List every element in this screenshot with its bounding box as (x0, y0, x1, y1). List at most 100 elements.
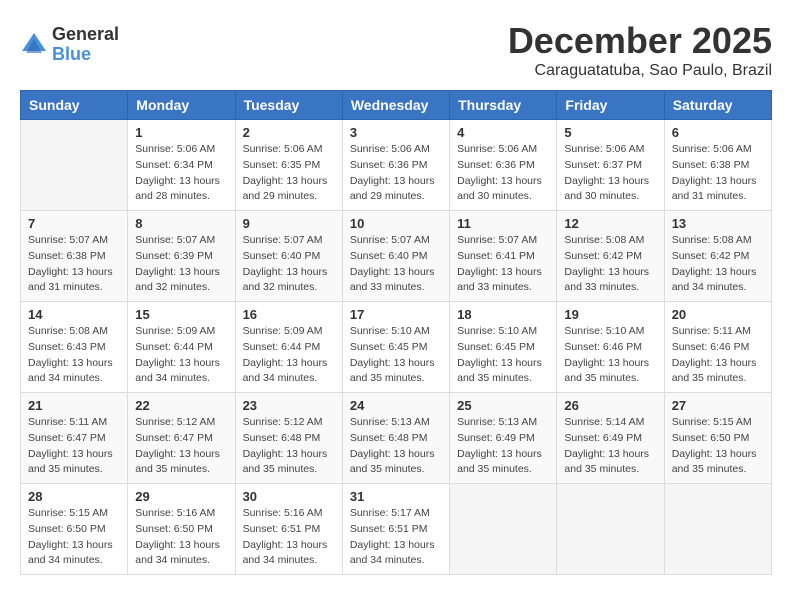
calendar-week-row: 7Sunrise: 5:07 AM Sunset: 6:38 PM Daylig… (21, 211, 772, 302)
calendar-header-cell: Wednesday (342, 91, 449, 120)
day-info: Sunrise: 5:08 AM Sunset: 6:42 PM Dayligh… (564, 233, 656, 296)
day-info: Sunrise: 5:07 AM Sunset: 6:41 PM Dayligh… (457, 233, 549, 296)
calendar-header-cell: Friday (557, 91, 664, 120)
day-info: Sunrise: 5:13 AM Sunset: 6:48 PM Dayligh… (350, 415, 442, 478)
calendar-cell: 29 Sunrise: 5:16 AM Sunset: 6:50 PM Dayli… (128, 484, 235, 575)
day-number: 14 (28, 307, 120, 322)
calendar-cell: 27 Sunrise: 5:15 AM Sunset: 6:50 PM Dayli… (664, 393, 771, 484)
calendar-cell: 30Sunrise: 5:16 AM Sunset: 6:51 PM Dayli… (235, 484, 342, 575)
calendar-cell: 12 Sunrise: 5:08 AM Sunset: 6:42 PM Dayli… (557, 211, 664, 302)
day-number: 1 (135, 125, 227, 140)
day-info: Sunrise: 5:06 AM Sunset: 6:36 PM Dayligh… (457, 142, 549, 205)
logo: General Blue (20, 25, 119, 65)
day-info: Sunrise: 5:17 AM Sunset: 6:51 PM Dayligh… (350, 506, 442, 569)
day-info: Sunrise: 5:15 AM Sunset: 6:50 PM Dayligh… (28, 506, 120, 569)
title-area: December 2025 Caraguatatuba, Sao Paulo, … (508, 20, 772, 80)
day-info: Sunrise: 5:07 AM Sunset: 6:39 PM Dayligh… (135, 233, 227, 296)
logo-icon (20, 31, 48, 59)
calendar-header-cell: Sunday (21, 91, 128, 120)
calendar-week-row: 14 Sunrise: 5:08 AM Sunset: 6:43 PM Dayli… (21, 302, 772, 393)
calendar-cell: 31Sunrise: 5:17 AM Sunset: 6:51 PM Dayli… (342, 484, 449, 575)
day-info: Sunrise: 5:12 AM Sunset: 6:47 PM Dayligh… (135, 415, 227, 478)
day-info: Sunrise: 5:09 AM Sunset: 6:44 PM Dayligh… (135, 324, 227, 387)
calendar-cell (21, 120, 128, 211)
day-info: Sunrise: 5:10 AM Sunset: 6:45 PM Dayligh… (350, 324, 442, 387)
calendar-cell: 7Sunrise: 5:07 AM Sunset: 6:38 PM Daylig… (21, 211, 128, 302)
day-info: Sunrise: 5:06 AM Sunset: 6:35 PM Dayligh… (243, 142, 335, 205)
day-info: Sunrise: 5:08 AM Sunset: 6:42 PM Dayligh… (672, 233, 764, 296)
logo-blue-text: Blue (52, 45, 119, 65)
calendar-cell: 28Sunrise: 5:15 AM Sunset: 6:50 PM Dayli… (21, 484, 128, 575)
day-info: Sunrise: 5:06 AM Sunset: 6:36 PM Dayligh… (350, 142, 442, 205)
day-number: 7 (28, 216, 120, 231)
day-number: 19 (564, 307, 656, 322)
day-info: Sunrise: 5:11 AM Sunset: 6:46 PM Dayligh… (672, 324, 764, 387)
calendar-cell: 3 Sunrise: 5:06 AM Sunset: 6:36 PM Daylig… (342, 120, 449, 211)
calendar-cell: 17 Sunrise: 5:10 AM Sunset: 6:45 PM Dayli… (342, 302, 449, 393)
calendar-cell: 1 Sunrise: 5:06 AM Sunset: 6:34 PM Daylig… (128, 120, 235, 211)
day-info: Sunrise: 5:11 AM Sunset: 6:47 PM Dayligh… (28, 415, 120, 478)
day-number: 17 (350, 307, 442, 322)
day-number: 3 (350, 125, 442, 140)
day-info: Sunrise: 5:16 AM Sunset: 6:50 PM Dayligh… (135, 506, 227, 569)
calendar-cell: 23Sunrise: 5:12 AM Sunset: 6:48 PM Dayli… (235, 393, 342, 484)
calendar-cell: 21 Sunrise: 5:11 AM Sunset: 6:47 PM Dayli… (21, 393, 128, 484)
calendar-cell: 24Sunrise: 5:13 AM Sunset: 6:48 PM Dayli… (342, 393, 449, 484)
calendar-cell: 9 Sunrise: 5:07 AM Sunset: 6:40 PM Daylig… (235, 211, 342, 302)
calendar-cell: 15 Sunrise: 5:09 AM Sunset: 6:44 PM Dayli… (128, 302, 235, 393)
calendar-header: SundayMondayTuesdayWednesdayThursdayFrid… (21, 91, 772, 120)
day-number: 15 (135, 307, 227, 322)
day-number: 6 (672, 125, 764, 140)
calendar-cell: 10 Sunrise: 5:07 AM Sunset: 6:40 PM Dayli… (342, 211, 449, 302)
day-number: 22 (135, 398, 227, 413)
day-info: Sunrise: 5:16 AM Sunset: 6:51 PM Dayligh… (243, 506, 335, 569)
calendar-table: SundayMondayTuesdayWednesdayThursdayFrid… (20, 90, 772, 575)
day-number: 26 (564, 398, 656, 413)
day-number: 21 (28, 398, 120, 413)
logo-general-text: General (52, 25, 119, 45)
day-number: 25 (457, 398, 549, 413)
calendar-cell: 4 Sunrise: 5:06 AM Sunset: 6:36 PM Daylig… (450, 120, 557, 211)
day-number: 12 (564, 216, 656, 231)
day-info: Sunrise: 5:06 AM Sunset: 6:34 PM Dayligh… (135, 142, 227, 205)
day-info: Sunrise: 5:08 AM Sunset: 6:43 PM Dayligh… (28, 324, 120, 387)
location-title: Caraguatatuba, Sao Paulo, Brazil (508, 62, 772, 80)
calendar-cell (450, 484, 557, 575)
day-number: 10 (350, 216, 442, 231)
month-title: December 2025 (508, 20, 772, 62)
day-info: Sunrise: 5:06 AM Sunset: 6:37 PM Dayligh… (564, 142, 656, 205)
calendar-cell (664, 484, 771, 575)
day-info: Sunrise: 5:06 AM Sunset: 6:38 PM Dayligh… (672, 142, 764, 205)
day-info: Sunrise: 5:09 AM Sunset: 6:44 PM Dayligh… (243, 324, 335, 387)
day-number: 16 (243, 307, 335, 322)
calendar-cell: 6 Sunrise: 5:06 AM Sunset: 6:38 PM Daylig… (664, 120, 771, 211)
day-number: 2 (243, 125, 335, 140)
calendar-week-row: 28Sunrise: 5:15 AM Sunset: 6:50 PM Dayli… (21, 484, 772, 575)
day-number: 20 (672, 307, 764, 322)
calendar-cell: 19 Sunrise: 5:10 AM Sunset: 6:46 PM Dayli… (557, 302, 664, 393)
day-number: 29 (135, 489, 227, 504)
calendar-cell: 16 Sunrise: 5:09 AM Sunset: 6:44 PM Dayli… (235, 302, 342, 393)
day-number: 4 (457, 125, 549, 140)
calendar-cell: 20 Sunrise: 5:11 AM Sunset: 6:46 PM Dayli… (664, 302, 771, 393)
day-info: Sunrise: 5:15 AM Sunset: 6:50 PM Dayligh… (672, 415, 764, 478)
calendar-cell: 11Sunrise: 5:07 AM Sunset: 6:41 PM Dayli… (450, 211, 557, 302)
calendar-header-cell: Monday (128, 91, 235, 120)
day-number: 27 (672, 398, 764, 413)
calendar-cell: 14 Sunrise: 5:08 AM Sunset: 6:43 PM Dayli… (21, 302, 128, 393)
day-info: Sunrise: 5:07 AM Sunset: 6:40 PM Dayligh… (350, 233, 442, 296)
day-info: Sunrise: 5:13 AM Sunset: 6:49 PM Dayligh… (457, 415, 549, 478)
day-info: Sunrise: 5:12 AM Sunset: 6:48 PM Dayligh… (243, 415, 335, 478)
day-info: Sunrise: 5:10 AM Sunset: 6:46 PM Dayligh… (564, 324, 656, 387)
day-number: 8 (135, 216, 227, 231)
day-info: Sunrise: 5:10 AM Sunset: 6:45 PM Dayligh… (457, 324, 549, 387)
calendar-header-cell: Tuesday (235, 91, 342, 120)
calendar-cell (557, 484, 664, 575)
day-info: Sunrise: 5:07 AM Sunset: 6:40 PM Dayligh… (243, 233, 335, 296)
calendar-week-row: 21 Sunrise: 5:11 AM Sunset: 6:47 PM Dayli… (21, 393, 772, 484)
calendar-cell: 5Sunrise: 5:06 AM Sunset: 6:37 PM Daylig… (557, 120, 664, 211)
calendar-cell: 2 Sunrise: 5:06 AM Sunset: 6:35 PM Daylig… (235, 120, 342, 211)
day-number: 9 (243, 216, 335, 231)
calendar-cell: 18Sunrise: 5:10 AM Sunset: 6:45 PM Dayli… (450, 302, 557, 393)
calendar-cell: 26Sunrise: 5:14 AM Sunset: 6:49 PM Dayli… (557, 393, 664, 484)
